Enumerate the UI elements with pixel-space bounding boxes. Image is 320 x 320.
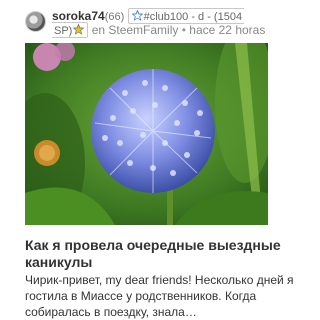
community-link[interactable]: en SteemFamily xyxy=(92,23,179,37)
post-thumbnail[interactable] xyxy=(25,43,268,225)
post-title[interactable]: Как я провела очередные выездные каникул… xyxy=(25,237,295,271)
star-icon xyxy=(131,9,143,21)
post-time[interactable]: hace 22 horas xyxy=(189,23,265,37)
meta-separator: • xyxy=(181,23,186,37)
author-name[interactable]: soroka74 xyxy=(52,9,105,23)
post-excerpt[interactable]: Чирик-привет, my dear friends! Несколько… xyxy=(25,272,297,320)
community-badge-cont[interactable]: SP) xyxy=(52,22,89,38)
community-badge-text-cont: SP) xyxy=(54,25,73,37)
star-icon xyxy=(72,23,85,35)
post-meta-line2: SP) en SteemFamily • hace 22 horas xyxy=(52,22,265,38)
post-card[interactable]: soroka74(66) #club100 - d - (1504 SP) en… xyxy=(0,0,301,320)
author-avatar[interactable] xyxy=(25,11,46,32)
flower-photo xyxy=(25,43,268,225)
